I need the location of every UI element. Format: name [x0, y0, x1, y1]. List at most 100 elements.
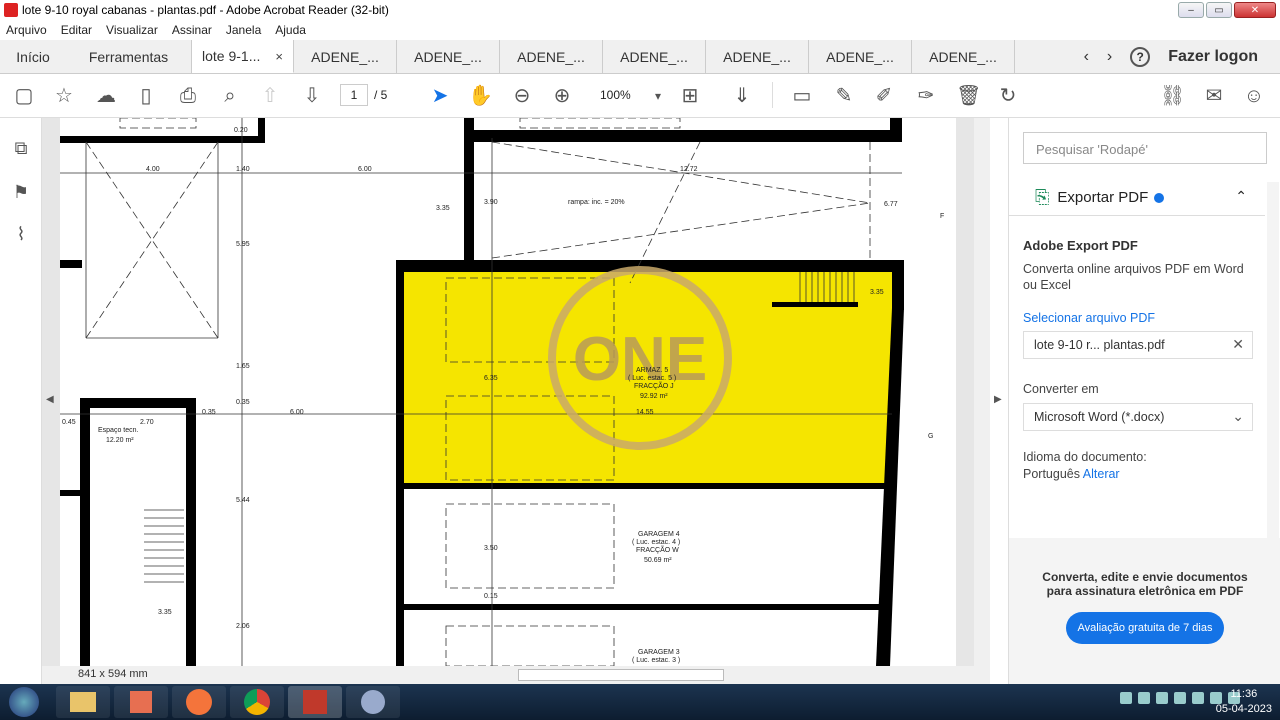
menu-arquivo[interactable]: Arquivo [6, 23, 47, 37]
help-icon[interactable]: ? [1130, 46, 1151, 67]
explorer-taskbar-icon[interactable] [56, 686, 110, 718]
menu-editar[interactable]: Editar [61, 23, 92, 37]
horizontal-scrollbar[interactable]: 841 x 594 mm [42, 666, 990, 684]
tab-home[interactable]: Início [0, 40, 66, 73]
dimension-label: 5.95 [236, 241, 250, 248]
chevron-down-icon: ⌄ [1232, 408, 1244, 424]
panel-search-input[interactable]: Pesquisar 'Rodapé' [1023, 132, 1267, 164]
menu-assinar[interactable]: Assinar [172, 23, 212, 37]
maximize-button[interactable]: ▭ [1206, 2, 1232, 18]
save-icon[interactable]: ▢ [12, 84, 36, 108]
scroll-mode-icon[interactable]: ⇓ [730, 84, 754, 108]
dimension-label: 4.00 [146, 166, 160, 173]
select-file-link[interactable]: Selecionar arquivo PDF [1023, 311, 1259, 325]
format-select[interactable]: Microsoft Word (*.docx) ⌄ [1023, 403, 1253, 431]
language-value: Português [1023, 467, 1080, 481]
tab-active-label: lote 9-1... [202, 48, 261, 64]
page-fit-icon[interactable]: ⊞ [678, 84, 702, 108]
tray-icon[interactable] [1174, 692, 1186, 704]
chrome-taskbar-icon[interactable] [230, 686, 284, 718]
tab-document[interactable]: ADENE_... [500, 40, 603, 73]
menu-ajuda[interactable]: Ajuda [275, 23, 306, 37]
dimension-label: 14.55 [636, 409, 654, 416]
tray-icon[interactable] [1120, 692, 1132, 704]
stamp-icon[interactable]: ✑ [914, 84, 938, 108]
zoom-out-icon[interactable]: ⊖ [510, 84, 534, 108]
free-trial-button[interactable]: Avaliação gratuita de 7 dias [1065, 612, 1225, 644]
paint-taskbar-icon[interactable] [346, 686, 400, 718]
acrobat-app-icon [4, 3, 18, 17]
tray-icon[interactable] [1192, 692, 1204, 704]
clock-time: 11:36 [1230, 688, 1258, 700]
vertical-scrollbar[interactable] [974, 118, 990, 666]
pages-thumbnail-icon[interactable]: ⧉ [10, 138, 32, 160]
toolbar-separator [772, 82, 773, 108]
section-marker: F [940, 213, 944, 220]
zoom-in-icon[interactable]: ⊕ [550, 84, 574, 108]
tab-document[interactable]: ADENE_... [294, 40, 397, 73]
change-language-link[interactable]: Alterar [1083, 467, 1120, 481]
share-lock-icon[interactable]: ▯ [134, 84, 158, 108]
document-viewer[interactable]: ◀ ONE 4.00 1.40 6.00 12.72 0.20 3.90 3.3… [42, 118, 1002, 684]
convert-label: Converter em [1023, 382, 1099, 396]
next-page-arrow-icon[interactable]: ▶ [994, 394, 1002, 405]
zoom-search-icon[interactable]: ⌕ [218, 84, 242, 108]
tray-icon[interactable] [1156, 692, 1168, 704]
tab-document[interactable]: ADENE_... [809, 40, 912, 73]
upload-cloud-icon[interactable]: ☁ [94, 84, 118, 108]
highlight-pen-icon[interactable]: ✎ [832, 84, 856, 108]
rotate-icon[interactable]: ↻ [996, 84, 1020, 108]
menu-janela[interactable]: Janela [226, 23, 261, 37]
garage-label: ( Luc. estac. 4 ) [632, 539, 680, 546]
tab-tools[interactable]: Ferramentas [66, 40, 192, 73]
garage-label: ( Luc. estac. 3 ) [632, 657, 680, 664]
windows-taskbar: 11:36 05-04-2023 [0, 684, 1280, 720]
comment-icon[interactable]: ▭ [790, 84, 814, 108]
acrobat-taskbar-icon[interactable] [288, 686, 342, 718]
tab-document[interactable]: ADENE_... [603, 40, 706, 73]
delete-icon[interactable]: 🗑 [956, 84, 981, 108]
link-icon[interactable]: ⛓ [1160, 84, 1185, 108]
panel-scrollbar[interactable] [1267, 182, 1279, 538]
tabs-prev-icon[interactable]: ‹ [1084, 48, 1089, 66]
login-button[interactable]: Fazer logon [1168, 48, 1258, 66]
bookmark-icon[interactable]: ⚑ [10, 182, 32, 204]
hand-icon[interactable]: ✋ [468, 84, 493, 108]
star-icon[interactable]: ☆ [52, 84, 76, 108]
attachment-icon[interactable]: ⌇ [10, 224, 32, 246]
tabs-next-icon[interactable]: › [1107, 48, 1112, 66]
page-up-icon[interactable]: ⇧ [258, 84, 282, 108]
start-button[interactable] [2, 686, 46, 718]
draw-icon[interactable]: ✐ [872, 84, 896, 108]
tab-document[interactable]: ADENE_... [706, 40, 809, 73]
menu-visualizar[interactable]: Visualizar [106, 23, 158, 37]
email-icon[interactable]: ✉ [1202, 84, 1226, 108]
page-number-input[interactable]: 1 [340, 84, 368, 106]
select-cursor-icon[interactable]: ➤ [428, 84, 452, 108]
garage-label: GARAGEM 3 [638, 649, 680, 656]
s-app-taskbar-icon[interactable] [172, 686, 226, 718]
tray-icon[interactable] [1138, 692, 1150, 704]
close-tab-icon[interactable]: × [275, 49, 283, 64]
print-icon[interactable]: ⎙ [176, 84, 200, 108]
zoom-dropdown-icon[interactable]: ▾ [646, 84, 670, 108]
selected-file-field[interactable]: lote 9-10 r... plantas.pdf ✕ [1023, 331, 1253, 359]
page-down-icon[interactable]: ⇩ [300, 84, 324, 108]
clear-file-icon[interactable]: ✕ [1232, 336, 1244, 353]
export-pdf-header[interactable]: ⎘ Exportar PDF ⌃ [1009, 180, 1265, 216]
page-total: / 5 [374, 88, 388, 102]
tab-document[interactable]: ADENE_... [397, 40, 500, 73]
minimize-button[interactable]: – [1178, 2, 1204, 18]
close-window-button[interactable]: ✕ [1234, 2, 1276, 18]
add-user-icon[interactable]: ☺ [1242, 84, 1266, 108]
tab-active-document[interactable]: lote 9-1... × [192, 40, 294, 73]
tab-document[interactable]: ADENE_... [912, 40, 1015, 73]
collapse-chevron-icon[interactable]: ⌃ [1235, 188, 1247, 205]
export-heading: Adobe Export PDF [1023, 238, 1138, 253]
prev-page-arrow-icon[interactable]: ◀ [46, 394, 54, 405]
dimension-label: 3.35 [158, 609, 172, 616]
taskbar-clock[interactable]: 11:36 05-04-2023 [1216, 687, 1272, 717]
media-player-taskbar-icon[interactable] [114, 686, 168, 718]
info-dot-icon [1154, 192, 1165, 203]
horizontal-scroll-thumb[interactable] [518, 669, 724, 681]
